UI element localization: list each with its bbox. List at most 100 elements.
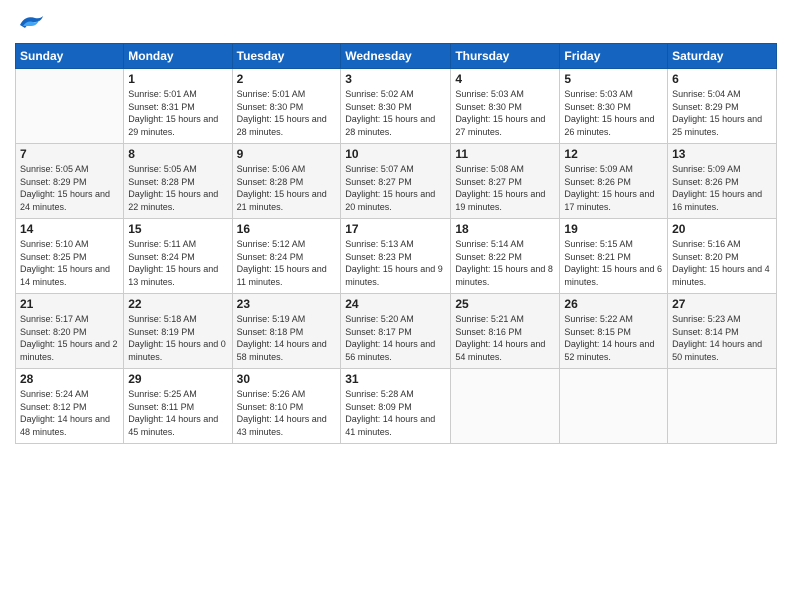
day-number: 17 [345,222,446,236]
day-number: 5 [564,72,663,86]
day-info: Sunrise: 5:03 AM Sunset: 8:30 PM Dayligh… [564,88,663,138]
day-cell: 24Sunrise: 5:20 AM Sunset: 8:17 PM Dayli… [341,294,451,369]
day-cell [668,369,777,444]
day-number: 1 [128,72,227,86]
day-info: Sunrise: 5:09 AM Sunset: 8:26 PM Dayligh… [564,163,663,213]
day-info: Sunrise: 5:13 AM Sunset: 8:23 PM Dayligh… [345,238,446,288]
day-cell [451,369,560,444]
day-info: Sunrise: 5:25 AM Sunset: 8:11 PM Dayligh… [128,388,227,438]
day-number: 13 [672,147,772,161]
day-number: 6 [672,72,772,86]
day-cell [16,69,124,144]
day-info: Sunrise: 5:04 AM Sunset: 8:29 PM Dayligh… [672,88,772,138]
day-number: 10 [345,147,446,161]
day-info: Sunrise: 5:28 AM Sunset: 8:09 PM Dayligh… [345,388,446,438]
day-info: Sunrise: 5:06 AM Sunset: 8:28 PM Dayligh… [237,163,337,213]
day-cell: 2 Sunrise: 5:01 AM Sunset: 8:30 PM Daylig… [232,69,341,144]
day-info: Sunrise: 5:02 AM Sunset: 8:30 PM Dayligh… [345,88,446,138]
day-cell: 20Sunrise: 5:16 AM Sunset: 8:20 PM Dayli… [668,219,777,294]
day-cell: 6 Sunrise: 5:04 AM Sunset: 8:29 PM Daylig… [668,69,777,144]
day-info: Sunrise: 5:08 AM Sunset: 8:27 PM Dayligh… [455,163,555,213]
day-cell: 28Sunrise: 5:24 AM Sunset: 8:12 PM Dayli… [16,369,124,444]
week-row-2: 7 Sunrise: 5:05 AM Sunset: 8:29 PM Daylig… [16,144,777,219]
week-row-5: 28Sunrise: 5:24 AM Sunset: 8:12 PM Dayli… [16,369,777,444]
col-header-sunday: Sunday [16,44,124,69]
col-header-friday: Friday [560,44,668,69]
day-cell: 1 Sunrise: 5:01 AM Sunset: 8:31 PM Daylig… [124,69,232,144]
day-number: 21 [20,297,119,311]
day-info: Sunrise: 5:07 AM Sunset: 8:27 PM Dayligh… [345,163,446,213]
day-number: 15 [128,222,227,236]
day-cell: 12Sunrise: 5:09 AM Sunset: 8:26 PM Dayli… [560,144,668,219]
day-cell: 7 Sunrise: 5:05 AM Sunset: 8:29 PM Daylig… [16,144,124,219]
day-cell: 5 Sunrise: 5:03 AM Sunset: 8:30 PM Daylig… [560,69,668,144]
day-cell: 9 Sunrise: 5:06 AM Sunset: 8:28 PM Daylig… [232,144,341,219]
day-cell: 22Sunrise: 5:18 AM Sunset: 8:19 PM Dayli… [124,294,232,369]
day-cell: 26 Sunrise: 5:22 AM Sunset: 8:15 PM Dayli… [560,294,668,369]
day-number: 18 [455,222,555,236]
day-info: Sunrise: 5:18 AM Sunset: 8:19 PM Dayligh… [128,313,227,363]
day-info: Sunrise: 5:26 AM Sunset: 8:10 PM Dayligh… [237,388,337,438]
day-number: 11 [455,147,555,161]
day-info: Sunrise: 5:12 AM Sunset: 8:24 PM Dayligh… [237,238,337,288]
day-cell: 4Sunrise: 5:03 AM Sunset: 8:30 PM Daylig… [451,69,560,144]
day-cell: 13 Sunrise: 5:09 AM Sunset: 8:26 PM Dayli… [668,144,777,219]
day-cell: 8Sunrise: 5:05 AM Sunset: 8:28 PM Daylig… [124,144,232,219]
day-number: 9 [237,147,337,161]
day-number: 29 [128,372,227,386]
day-number: 2 [237,72,337,86]
day-number: 28 [20,372,119,386]
day-info: Sunrise: 5:05 AM Sunset: 8:28 PM Dayligh… [128,163,227,213]
day-info: Sunrise: 5:21 AM Sunset: 8:16 PM Dayligh… [455,313,555,363]
day-number: 20 [672,222,772,236]
day-info: Sunrise: 5:09 AM Sunset: 8:26 PM Dayligh… [672,163,772,213]
day-info: Sunrise: 5:22 AM Sunset: 8:15 PM Dayligh… [564,313,663,363]
day-info: Sunrise: 5:17 AM Sunset: 8:20 PM Dayligh… [20,313,119,363]
day-cell: 16 Sunrise: 5:12 AM Sunset: 8:24 PM Dayli… [232,219,341,294]
day-info: Sunrise: 5:19 AM Sunset: 8:18 PM Dayligh… [237,313,337,363]
day-info: Sunrise: 5:01 AM Sunset: 8:31 PM Dayligh… [128,88,227,138]
day-info: Sunrise: 5:11 AM Sunset: 8:24 PM Dayligh… [128,238,227,288]
day-info: Sunrise: 5:05 AM Sunset: 8:29 PM Dayligh… [20,163,119,213]
day-cell: 18 Sunrise: 5:14 AM Sunset: 8:22 PM Dayli… [451,219,560,294]
logo [15,10,49,35]
day-number: 31 [345,372,446,386]
col-header-thursday: Thursday [451,44,560,69]
day-cell: 27 Sunrise: 5:23 AM Sunset: 8:14 PM Dayli… [668,294,777,369]
day-info: Sunrise: 5:14 AM Sunset: 8:22 PM Dayligh… [455,238,555,288]
calendar-container: SundayMondayTuesdayWednesdayThursdayFrid… [0,0,792,612]
day-number: 23 [237,297,337,311]
day-info: Sunrise: 5:23 AM Sunset: 8:14 PM Dayligh… [672,313,772,363]
day-cell: 30 Sunrise: 5:26 AM Sunset: 8:10 PM Dayli… [232,369,341,444]
day-cell: 11 Sunrise: 5:08 AM Sunset: 8:27 PM Dayli… [451,144,560,219]
week-row-4: 21 Sunrise: 5:17 AM Sunset: 8:20 PM Dayli… [16,294,777,369]
day-number: 7 [20,147,119,161]
day-cell: 25Sunrise: 5:21 AM Sunset: 8:16 PM Dayli… [451,294,560,369]
day-number: 27 [672,297,772,311]
day-cell: 21 Sunrise: 5:17 AM Sunset: 8:20 PM Dayli… [16,294,124,369]
header [15,10,777,35]
day-number: 19 [564,222,663,236]
day-cell: 3 Sunrise: 5:02 AM Sunset: 8:30 PM Daylig… [341,69,451,144]
day-cell: 31 Sunrise: 5:28 AM Sunset: 8:09 PM Dayli… [341,369,451,444]
col-header-monday: Monday [124,44,232,69]
day-number: 14 [20,222,119,236]
week-row-3: 14 Sunrise: 5:10 AM Sunset: 8:25 PM Dayli… [16,219,777,294]
day-info: Sunrise: 5:03 AM Sunset: 8:30 PM Dayligh… [455,88,555,138]
day-cell: 17 Sunrise: 5:13 AM Sunset: 8:23 PM Dayli… [341,219,451,294]
day-info: Sunrise: 5:10 AM Sunset: 8:25 PM Dayligh… [20,238,119,288]
day-number: 3 [345,72,446,86]
day-cell: 15 Sunrise: 5:11 AM Sunset: 8:24 PM Dayli… [124,219,232,294]
day-number: 24 [345,297,446,311]
day-number: 16 [237,222,337,236]
day-cell: 10 Sunrise: 5:07 AM Sunset: 8:27 PM Dayli… [341,144,451,219]
day-info: Sunrise: 5:01 AM Sunset: 8:30 PM Dayligh… [237,88,337,138]
logo-icon [15,10,45,35]
col-header-wednesday: Wednesday [341,44,451,69]
day-cell: 29 Sunrise: 5:25 AM Sunset: 8:11 PM Dayli… [124,369,232,444]
day-cell: 19Sunrise: 5:15 AM Sunset: 8:21 PM Dayli… [560,219,668,294]
header-row: SundayMondayTuesdayWednesdayThursdayFrid… [16,44,777,69]
day-number: 26 [564,297,663,311]
calendar-table: SundayMondayTuesdayWednesdayThursdayFrid… [15,43,777,444]
day-number: 30 [237,372,337,386]
